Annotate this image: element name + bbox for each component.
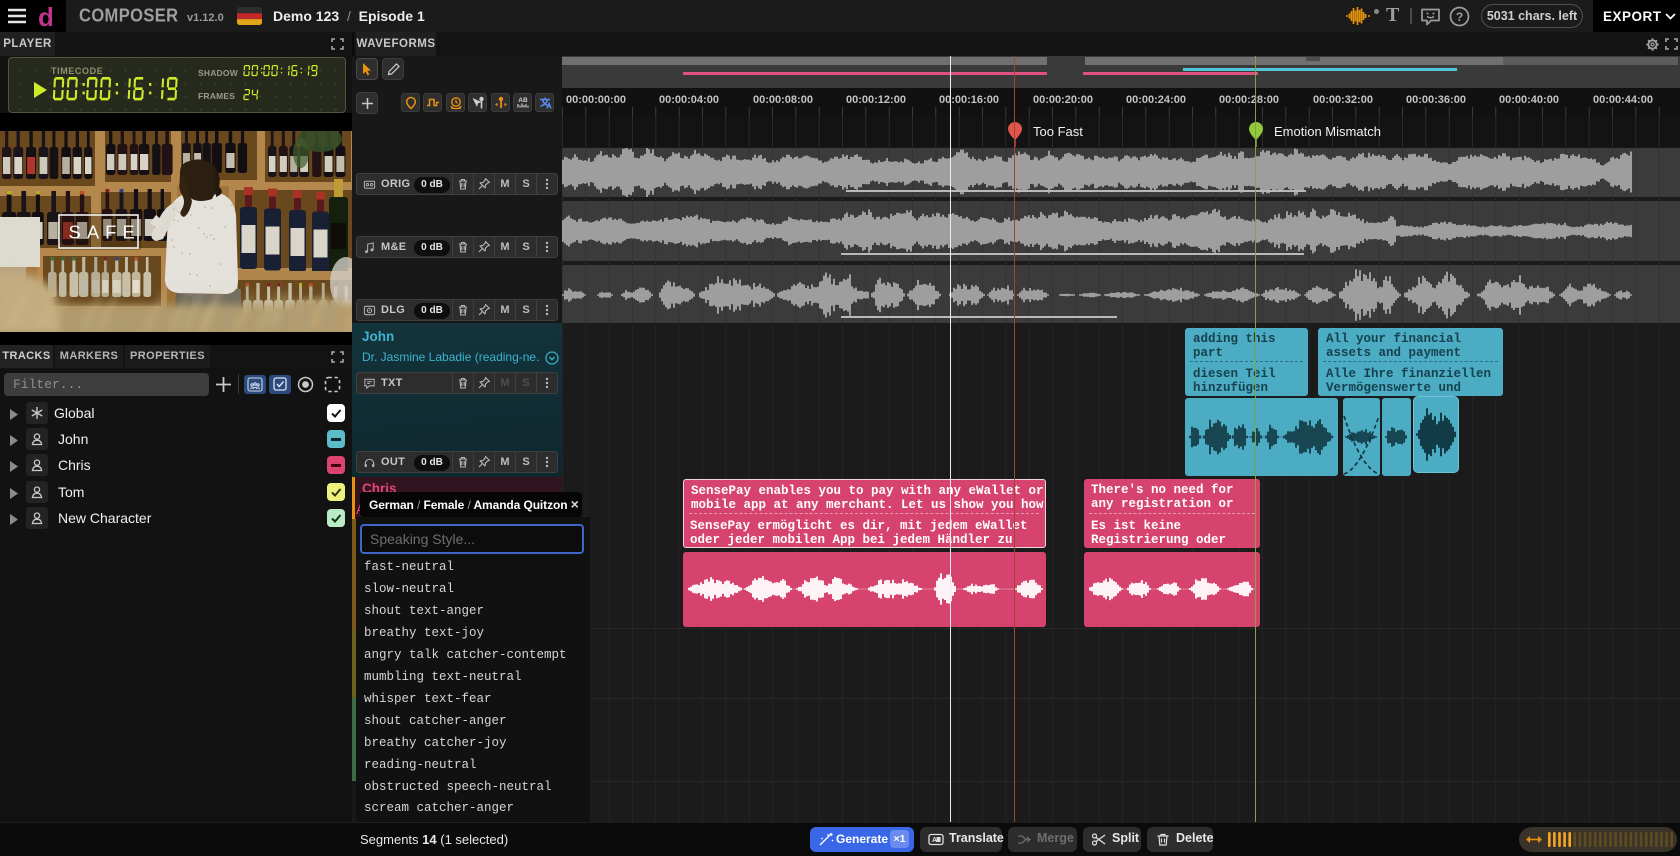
svg-text:Too Fast: Too Fast [1033,124,1083,139]
svg-text:A: A [932,837,937,844]
svg-text:SAFE: SAFE [69,222,141,243]
svg-text:Emotion Mismatch: Emotion Mismatch [1274,124,1381,139]
svg-text:?: ? [1456,10,1463,24]
svg-text:AB: AB [518,97,528,104]
